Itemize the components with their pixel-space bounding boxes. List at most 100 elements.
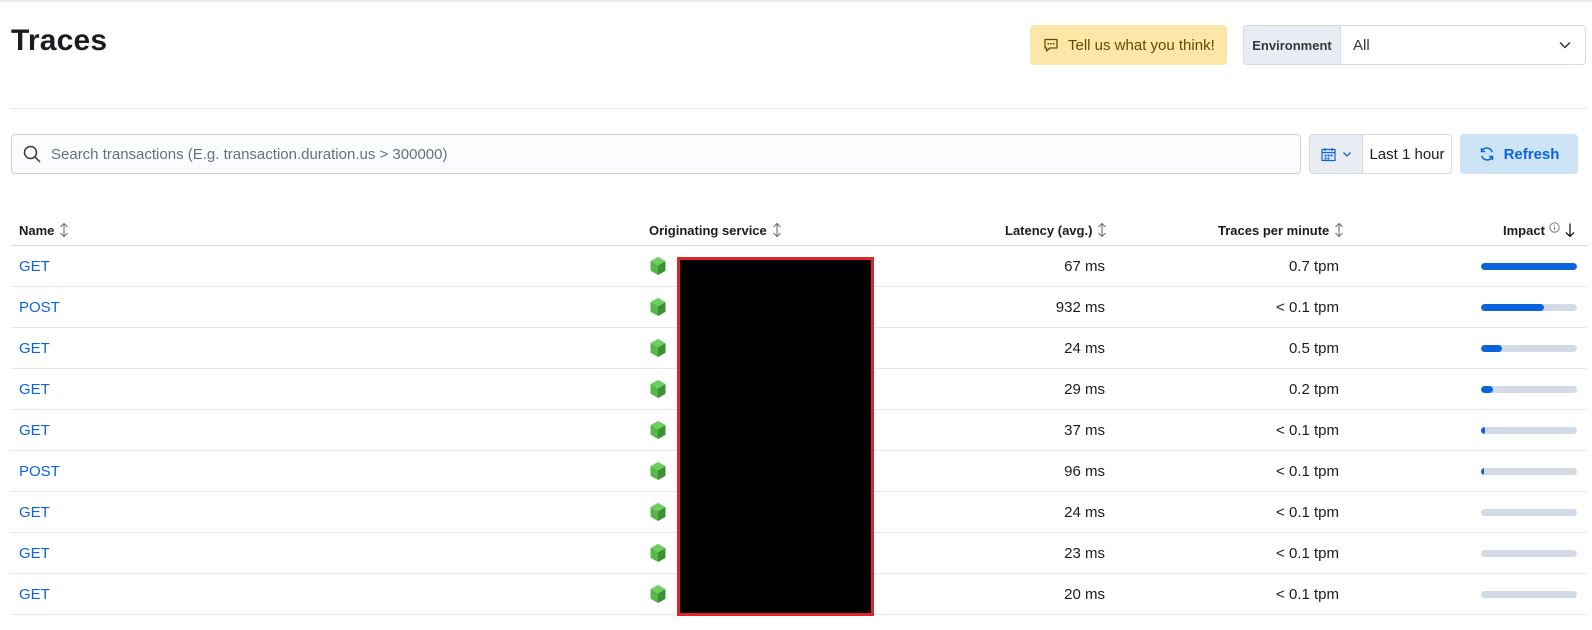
service-cell (649, 287, 667, 327)
impact-bar (1481, 468, 1577, 475)
environment-select[interactable]: Environment All (1243, 25, 1586, 65)
service-cell (649, 246, 667, 286)
transaction-name-cell: POST (19, 287, 60, 327)
latency-cell: 24 ms (1064, 339, 1105, 357)
nodejs-icon (650, 585, 666, 603)
impact-bar (1481, 591, 1577, 598)
tpm-cell: < 0.1 tpm (1276, 544, 1339, 562)
column-latency-label: Latency (avg.) (1005, 222, 1093, 238)
page-title: Traces (11, 24, 108, 57)
service-cell (649, 410, 667, 450)
service-cell (649, 451, 667, 491)
column-service-label: Originating service (649, 222, 767, 238)
impact-bar-fill (1481, 468, 1484, 475)
date-picker[interactable]: Last 1 hour (1309, 134, 1452, 174)
nodejs-icon (650, 544, 666, 562)
transaction-name-link[interactable]: GET (19, 504, 50, 521)
arrow-down-icon (1565, 223, 1575, 238)
column-header-name[interactable]: Name (19, 214, 70, 246)
refresh-button[interactable]: Refresh (1460, 134, 1578, 174)
nodejs-icon (650, 421, 666, 439)
redaction-box (677, 257, 874, 616)
table-header: Name Originating service Latency (avg.) … (11, 214, 1587, 246)
feedback-button[interactable]: Tell us what you think! (1030, 25, 1227, 65)
transaction-name-link[interactable]: GET (19, 381, 50, 398)
transaction-name-cell: GET (19, 369, 50, 409)
service-cell (649, 369, 667, 409)
sort-icon (1335, 222, 1344, 238)
date-range-label[interactable]: Last 1 hour (1363, 135, 1451, 173)
impact-bar (1481, 345, 1577, 352)
column-header-latency[interactable]: Latency (avg.) (1005, 214, 1108, 246)
column-header-tpm[interactable]: Traces per minute (1218, 214, 1345, 246)
comment-icon (1044, 38, 1058, 52)
impact-bar (1481, 550, 1577, 557)
latency-cell: 20 ms (1064, 585, 1105, 603)
transaction-name-cell: GET (19, 410, 50, 450)
tpm-cell: < 0.1 tpm (1276, 421, 1339, 439)
column-tpm-label: Traces per minute (1218, 222, 1330, 238)
search-bar[interactable] (11, 134, 1301, 174)
header-divider (11, 108, 1587, 109)
impact-bar (1481, 304, 1577, 311)
service-cell (649, 574, 667, 614)
info-icon[interactable] (1549, 221, 1560, 233)
impact-bar-fill (1481, 386, 1493, 393)
nodejs-icon (650, 462, 666, 480)
search-input[interactable] (51, 145, 1251, 163)
chevron-down-icon (1342, 152, 1351, 157)
impact-bar (1481, 263, 1577, 270)
refresh-icon (1480, 147, 1493, 161)
tpm-cell: < 0.1 tpm (1276, 298, 1339, 316)
transaction-name-cell: POST (19, 451, 60, 491)
column-header-impact[interactable]: Impact (1503, 214, 1576, 246)
nodejs-icon (650, 257, 666, 275)
impact-bar (1481, 509, 1577, 516)
transaction-name-link[interactable]: POST (19, 463, 60, 480)
sort-icon (1098, 222, 1107, 238)
sort-icon (772, 222, 781, 238)
environment-label: Environment (1244, 26, 1341, 64)
transaction-name-link[interactable]: GET (19, 340, 50, 357)
transaction-name-link[interactable]: GET (19, 586, 50, 603)
impact-bar (1481, 427, 1577, 434)
column-header-service[interactable]: Originating service (649, 214, 783, 246)
latency-cell: 932 ms (1055, 298, 1105, 316)
calendar-icon (1320, 147, 1336, 161)
tpm-cell: < 0.1 tpm (1276, 462, 1339, 480)
search-icon (23, 145, 41, 163)
service-cell (649, 328, 667, 368)
nodejs-icon (650, 503, 666, 521)
tpm-cell: 0.5 tpm (1288, 339, 1339, 357)
service-cell (649, 533, 667, 573)
transaction-name-cell: GET (19, 246, 50, 286)
impact-bar-fill (1481, 263, 1577, 270)
column-impact-label: Impact (1503, 222, 1545, 238)
impact-bar-fill (1481, 304, 1545, 311)
latency-cell: 37 ms (1064, 421, 1105, 439)
service-cell (649, 492, 667, 532)
tpm-cell: 0.7 tpm (1288, 257, 1339, 275)
impact-bar-fill (1481, 427, 1485, 434)
latency-cell: 23 ms (1064, 544, 1105, 562)
feedback-label: Tell us what you think! (1068, 36, 1215, 54)
transaction-name-cell: GET (19, 328, 50, 368)
latency-cell: 29 ms (1064, 380, 1105, 398)
nodejs-icon (650, 298, 666, 316)
top-border (0, 0, 1592, 2)
refresh-label: Refresh (1503, 145, 1560, 163)
tpm-cell: 0.2 tpm (1288, 380, 1339, 398)
latency-cell: 67 ms (1064, 257, 1105, 275)
quick-select-button[interactable] (1310, 135, 1363, 173)
nodejs-icon (650, 380, 666, 398)
transaction-name-cell: GET (19, 533, 50, 573)
latency-cell: 24 ms (1064, 503, 1105, 521)
tpm-cell: < 0.1 tpm (1276, 503, 1339, 521)
transaction-name-cell: GET (19, 492, 50, 532)
transaction-name-link[interactable]: GET (19, 258, 50, 275)
transaction-name-link[interactable]: POST (19, 299, 60, 316)
transaction-name-link[interactable]: GET (19, 545, 50, 562)
transaction-name-link[interactable]: GET (19, 422, 50, 439)
sort-icon (60, 222, 69, 238)
impact-bar (1481, 386, 1577, 393)
